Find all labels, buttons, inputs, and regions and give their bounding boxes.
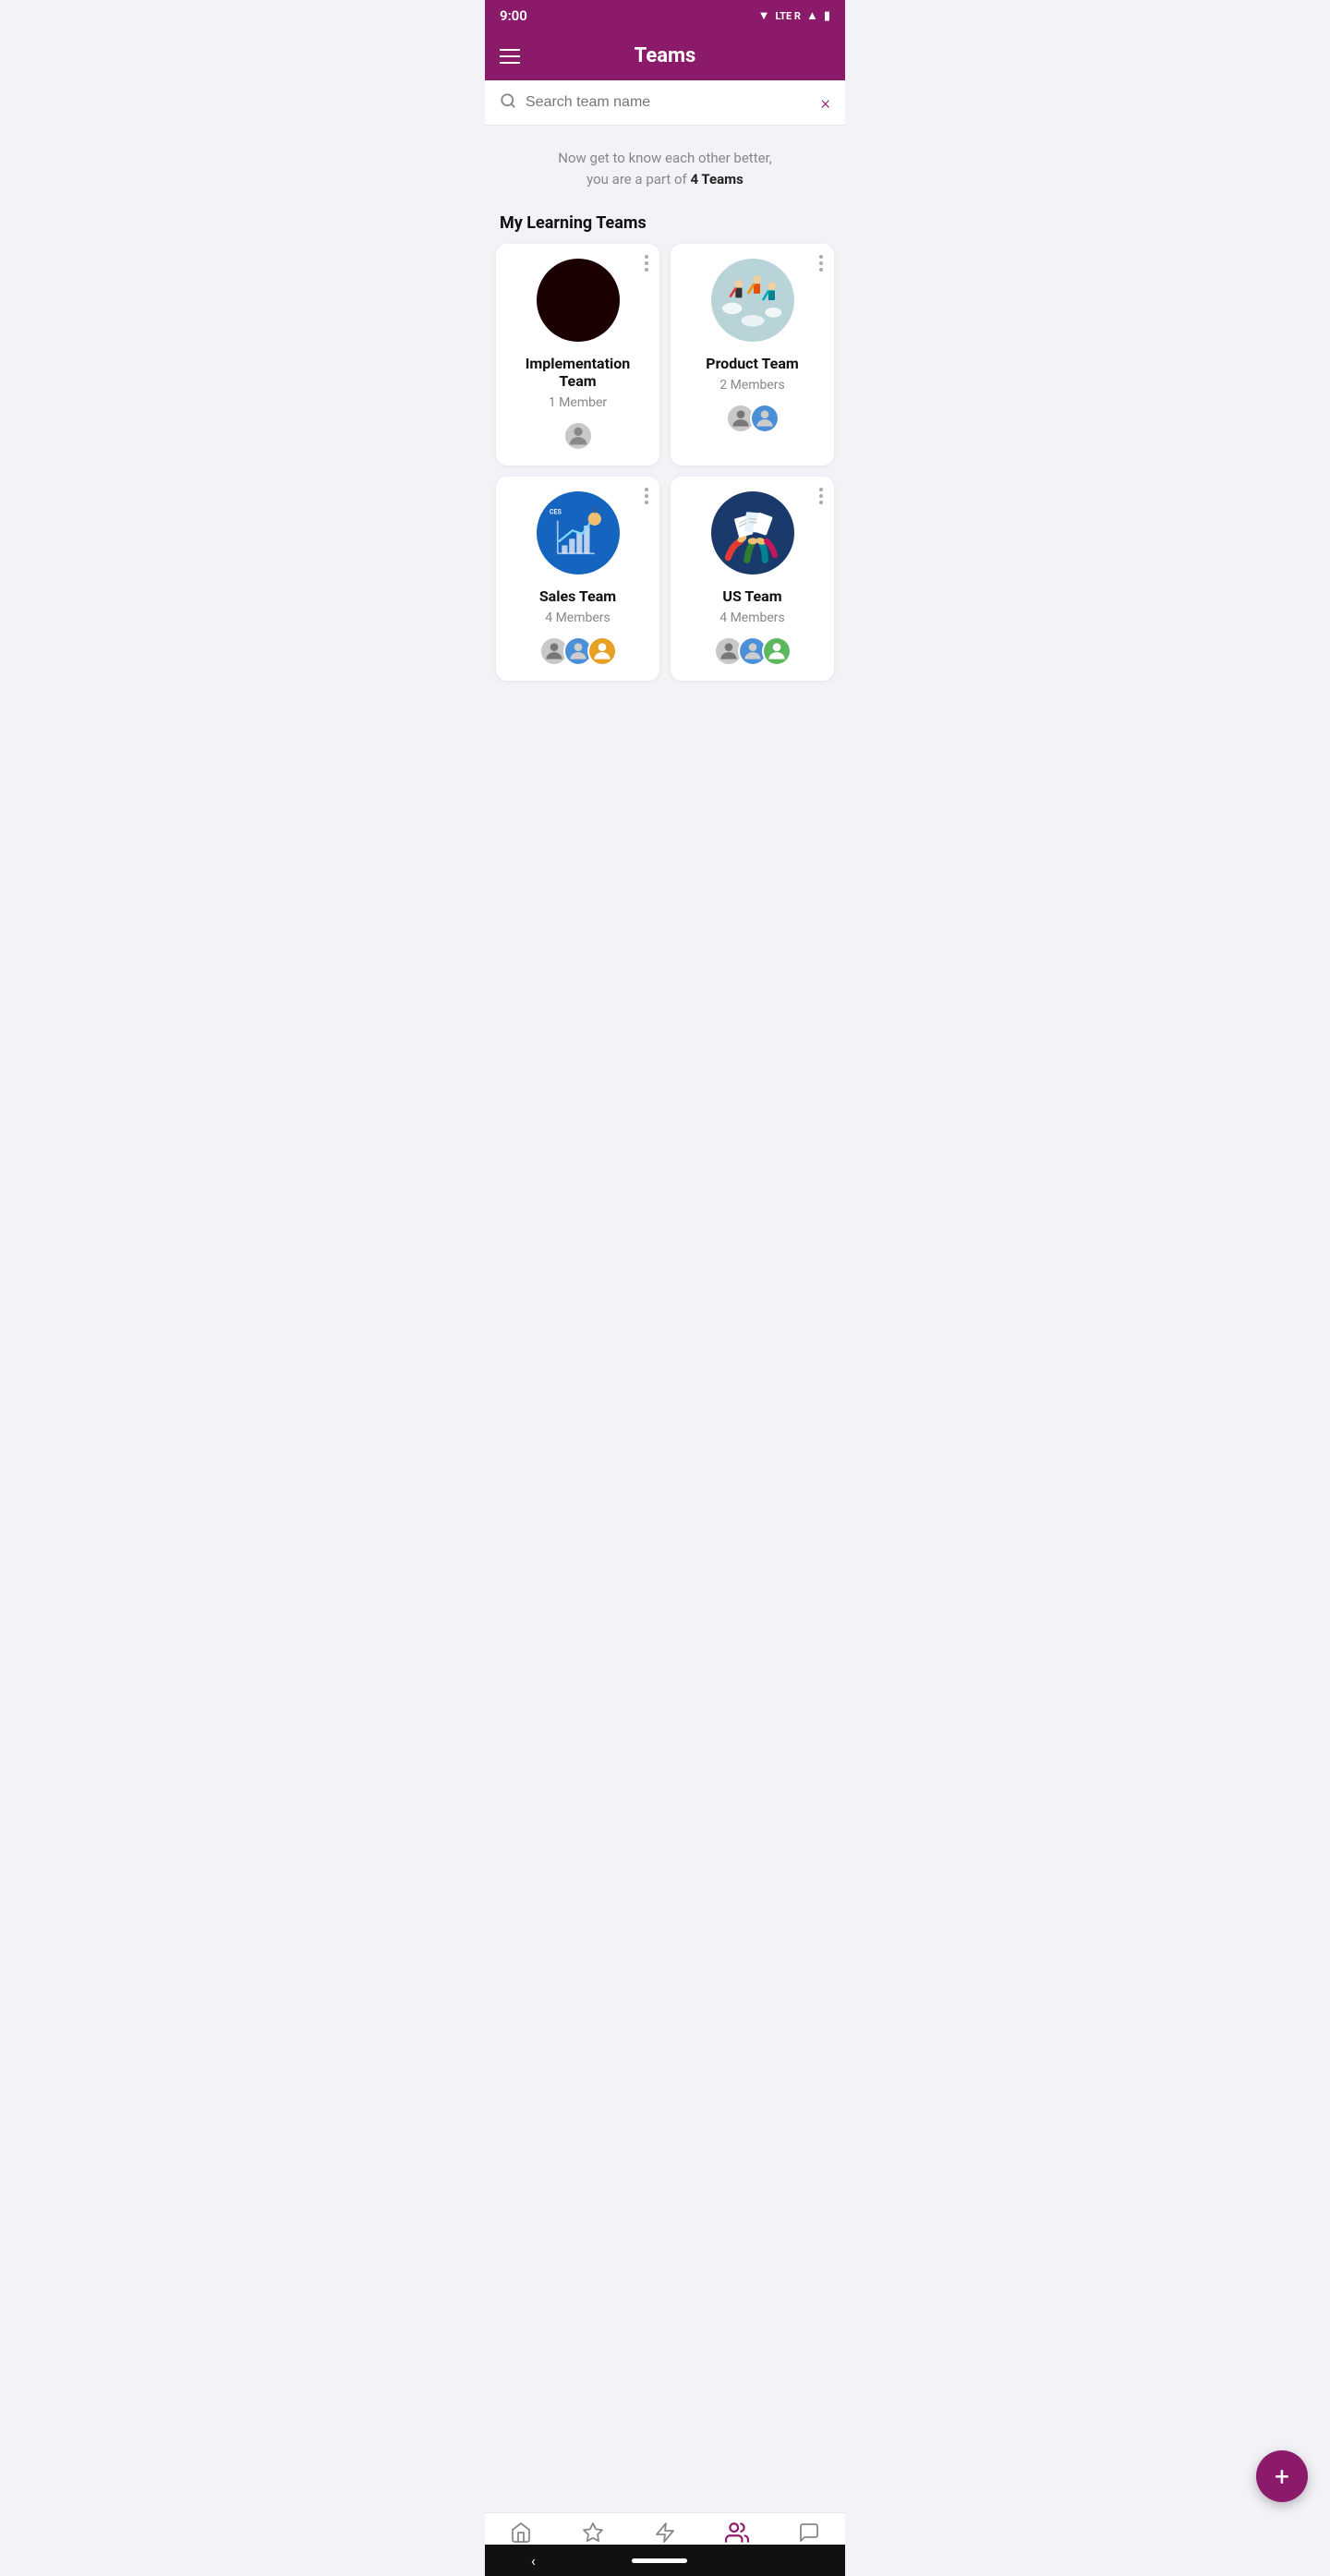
member-img xyxy=(752,405,778,431)
team-card-sales[interactable]: CES Sales Team 4 Members xyxy=(496,477,659,681)
info-banner: Now get to know each other better, you a… xyxy=(485,126,845,204)
team-member-avatars-sales xyxy=(539,636,617,666)
member-img xyxy=(764,638,790,664)
info-line1: Now get to know each other better, xyxy=(558,150,771,166)
team-menu-sales[interactable] xyxy=(645,488,648,504)
team-name-implementation: Implementation Team xyxy=(507,355,648,390)
team-member-avatars-us xyxy=(714,636,792,666)
back-button[interactable]: ‹ xyxy=(531,2552,536,2570)
search-input[interactable] xyxy=(526,94,821,111)
member-avatar xyxy=(563,421,593,451)
page-title: Teams xyxy=(635,44,696,67)
team-members-implementation: 1 Member xyxy=(549,395,607,410)
member-avatar xyxy=(587,636,617,666)
member-img xyxy=(565,423,591,449)
hamburger-button[interactable] xyxy=(500,49,520,64)
search-icon xyxy=(500,92,516,114)
home-indicator[interactable] xyxy=(632,2558,687,2563)
team-member-avatars-product xyxy=(726,404,780,433)
battery-icon: ▮ xyxy=(824,9,830,23)
member-avatar xyxy=(762,636,792,666)
add-team-fab[interactable]: + xyxy=(1256,2450,1308,2502)
team-members-product: 2 Members xyxy=(719,378,785,393)
teams-count: 4 Teams xyxy=(690,171,743,187)
team-name-product: Product Team xyxy=(706,355,799,372)
team-card-implementation[interactable]: Implementation Team 1 Member xyxy=(496,244,659,466)
signal-icon: ▲ xyxy=(806,8,818,23)
team-member-avatars-implementation xyxy=(563,421,593,451)
teams-grid: Implementation Team 1 Member xyxy=(485,244,845,755)
team-name-us: US Team xyxy=(722,587,781,605)
info-line2: you are a part of xyxy=(586,171,690,187)
header: Teams xyxy=(485,31,845,80)
status-time: 9:00 xyxy=(500,7,527,24)
team-avatar-sales: CES xyxy=(537,491,620,574)
team-menu-us[interactable] xyxy=(819,488,823,504)
team-name-sales: Sales Team xyxy=(539,587,616,605)
status-icons: ▼ LTE R ▲ ▮ xyxy=(758,8,830,23)
member-avatar xyxy=(750,404,780,433)
team-avatar-product xyxy=(711,259,794,342)
svg-text:CES: CES xyxy=(549,508,562,516)
plus-icon: + xyxy=(1275,2461,1289,2492)
team-card-product[interactable]: Product Team 2 Members xyxy=(671,244,834,466)
team-menu-product[interactable] xyxy=(819,255,823,272)
team-members-us: 4 Members xyxy=(719,611,785,625)
member-img xyxy=(589,638,615,664)
team-menu-implementation[interactable] xyxy=(645,255,648,272)
search-container: × xyxy=(485,80,845,126)
team-avatar-implementation xyxy=(537,259,620,342)
search-clear-button[interactable]: × xyxy=(821,91,830,114)
lte-icon: LTE R xyxy=(775,10,801,22)
section-title: My Learning Teams xyxy=(485,204,845,244)
status-bar: 9:00 ▼ LTE R ▲ ▮ xyxy=(485,0,845,31)
gesture-bar: ‹ xyxy=(485,2545,845,2576)
team-members-sales: 4 Members xyxy=(545,611,611,625)
wifi-icon: ▼ xyxy=(758,8,770,23)
team-card-us[interactable]: US Team 4 Members xyxy=(671,477,834,681)
team-avatar-us xyxy=(711,491,794,574)
